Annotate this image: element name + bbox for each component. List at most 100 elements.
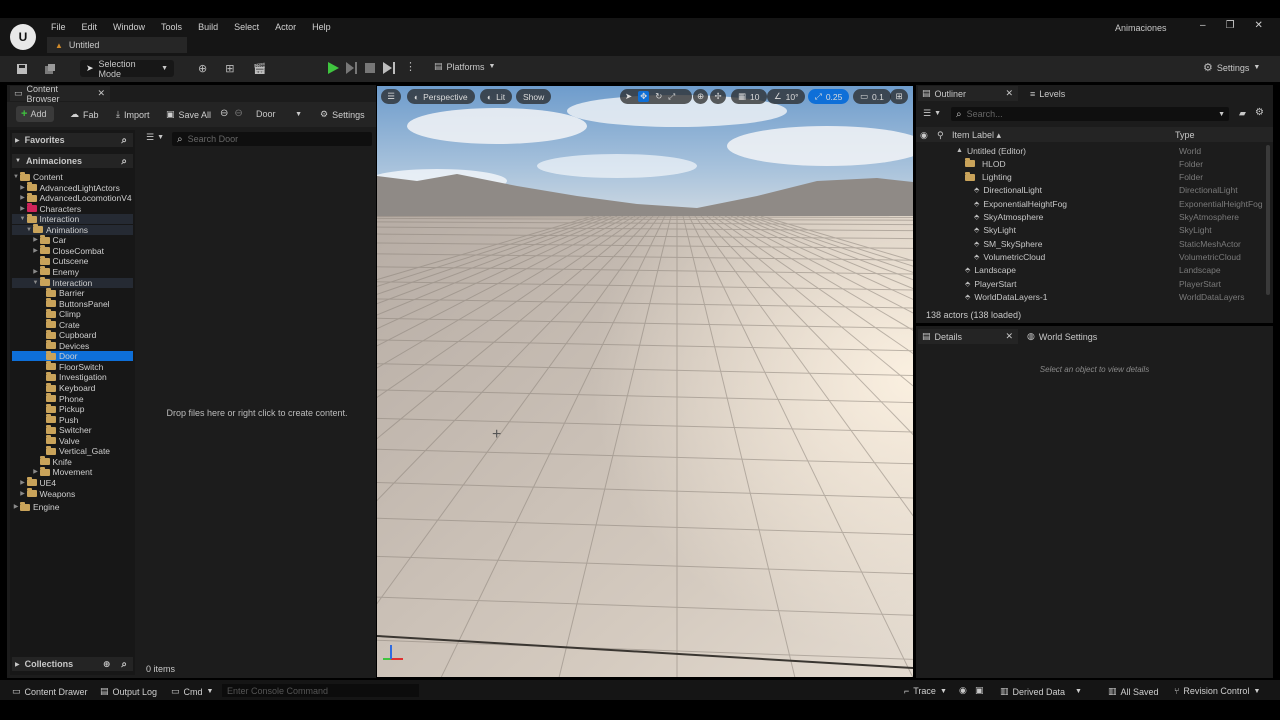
- folder-tree-item[interactable]: Pickup: [12, 403, 133, 414]
- outliner-row[interactable]: ⬘ DirectionalLight DirectionalLight: [916, 184, 1266, 197]
- mode-dropdown[interactable]: ➤ Selection Mode ▼: [80, 59, 174, 79]
- chevron-right-icon[interactable]: ▶: [19, 193, 27, 203]
- path-dropdown[interactable]: Door ▼: [252, 106, 306, 122]
- folder-tree-item[interactable]: ▼ Interaction: [12, 213, 133, 225]
- folder-tree-item[interactable]: ▶ Movement: [12, 466, 133, 477]
- search-icon[interactable]: ⌕: [121, 156, 127, 167]
- folder-tree-item[interactable]: ButtonsPanel: [12, 298, 133, 309]
- folder-tree-item[interactable]: FloorSwitch: [12, 361, 133, 372]
- folder-tree-item[interactable]: ▶ Enemy: [12, 266, 133, 277]
- world-local-icon[interactable]: ⊕: [693, 89, 708, 104]
- folder-tree-item[interactable]: Investigation: [12, 371, 133, 382]
- levels-tab[interactable]: ≡ Levels: [1030, 86, 1065, 101]
- outliner-tab[interactable]: ▤ Outliner ✕: [918, 86, 1018, 101]
- gear-icon[interactable]: ⚙: [1255, 107, 1264, 118]
- surface-snap-icon[interactable]: ✢: [710, 89, 726, 104]
- add-collection-icon[interactable]: ⊕: [103, 659, 111, 670]
- browse-icon[interactable]: [43, 62, 57, 76]
- content-browser-tab[interactable]: ▭ Content Browser ✕: [10, 84, 110, 104]
- viewport-menu-button[interactable]: ☰: [381, 89, 401, 104]
- add-actor-icon[interactable]: ⊕: [198, 62, 207, 75]
- menu-file[interactable]: File: [51, 22, 66, 32]
- rotate-tool-icon[interactable]: ↻: [655, 91, 662, 102]
- folder-tree-item[interactable]: Keyboard: [12, 382, 133, 393]
- engine-folder[interactable]: ▶ Engine: [12, 501, 59, 512]
- menu-build[interactable]: Build: [198, 22, 218, 32]
- settings-button[interactable]: ⚙ Settings ▼: [1203, 61, 1260, 74]
- screenshot-icon[interactable]: ▣: [975, 685, 984, 696]
- pin-icon[interactable]: ⚲: [937, 130, 944, 141]
- add-folder-icon[interactable]: ▰: [1239, 108, 1246, 119]
- chevron-right-icon[interactable]: ▶: [19, 183, 27, 193]
- outliner-search-input[interactable]: ⌕ Search... ▼: [951, 107, 1229, 121]
- chevron-right-icon[interactable]: ▶: [19, 489, 27, 499]
- outliner-row[interactable]: ⬘ ExponentialHeightFog ExponentialHeightFo…: [916, 197, 1266, 210]
- chevron-right-icon[interactable]: ▶: [32, 246, 40, 256]
- fab-button[interactable]: ☁︎ Fab: [70, 109, 99, 120]
- visibility-icon[interactable]: ◉: [920, 130, 928, 141]
- chevron-right-icon[interactable]: ▶: [19, 478, 27, 488]
- folder-tree-item[interactable]: ▼ Interaction: [12, 277, 133, 288]
- folder-tree-item[interactable]: Door: [12, 350, 133, 362]
- collections-header[interactable]: ▶ Collections ⊕ ⌕: [12, 657, 133, 671]
- content-drawer-button[interactable]: ▭ Content Drawer: [12, 686, 88, 697]
- close-tab-icon[interactable]: ✕: [97, 88, 105, 99]
- import-button[interactable]: ⤓ Import: [116, 109, 150, 120]
- folder-tree-item[interactable]: ▶ Weapons: [12, 488, 133, 499]
- chevron-down-icon[interactable]: ▼: [19, 214, 27, 224]
- search-icon[interactable]: ⌕: [121, 659, 127, 670]
- grid-snap-button[interactable]: ▦ 10: [731, 89, 767, 104]
- menu-tools[interactable]: Tools: [161, 22, 182, 32]
- folder-tree-item[interactable]: Switcher: [12, 424, 133, 435]
- details-tab[interactable]: ▤ Details ✕: [918, 329, 1018, 344]
- chevron-down-icon[interactable]: ▼: [32, 278, 40, 288]
- close-tab-icon[interactable]: ✕: [1005, 88, 1013, 99]
- chevron-right-icon[interactable]: ▶: [32, 235, 40, 245]
- perspective-button[interactable]: ◐ Perspective: [407, 89, 475, 104]
- save-icon[interactable]: [15, 62, 29, 76]
- chevron-down-icon[interactable]: ▼: [12, 172, 20, 182]
- cinematics-icon[interactable]: 🎬︎: [252, 62, 266, 75]
- outliner-scrollbar[interactable]: [1266, 145, 1270, 295]
- camera-speed-button[interactable]: ▭ 0.1: [853, 89, 891, 104]
- maximize-icon[interactable]: ❐: [1226, 20, 1235, 31]
- folder-tree-item[interactable]: Vertical_Gate: [12, 445, 133, 456]
- blueprint-icon[interactable]: ⊞: [225, 62, 234, 75]
- world-settings-tab[interactable]: ◍ World Settings: [1027, 329, 1097, 344]
- outliner-row[interactable]: ⬘ Landscape Landscape: [916, 264, 1266, 277]
- save-all-button[interactable]: ▣ Save All: [166, 109, 211, 120]
- filter-button[interactable]: ☰ ▼: [146, 132, 164, 143]
- asset-search-input[interactable]: ⌕ Search Door: [172, 132, 372, 146]
- folder-tree-item[interactable]: ▶ AdvancedLightActors: [12, 182, 133, 193]
- folder-tree-item[interactable]: Barrier: [12, 287, 133, 298]
- menu-select[interactable]: Select: [234, 22, 259, 32]
- close-tab-icon[interactable]: ✕: [1005, 331, 1013, 342]
- folder-tree-item[interactable]: Climp: [12, 308, 133, 319]
- item-label-column[interactable]: Item Label ▴: [952, 130, 1001, 141]
- lit-button[interactable]: ◐ Lit: [480, 89, 513, 104]
- search-icon[interactable]: ⌕: [121, 135, 127, 146]
- outliner-filter-button[interactable]: ☰ ▼: [923, 108, 941, 119]
- cb-settings-button[interactable]: ⚙ Settings: [320, 109, 365, 120]
- menu-help[interactable]: Help: [312, 22, 331, 32]
- folder-tree-item[interactable]: Devices: [12, 340, 133, 351]
- more-options-icon[interactable]: ⋮: [405, 60, 416, 73]
- folder-tree-item[interactable]: ▶ CloseCombat: [12, 245, 133, 256]
- unreal-logo-icon[interactable]: U: [10, 24, 36, 50]
- show-button[interactable]: Show: [516, 89, 552, 104]
- record-icon[interactable]: ◉: [959, 685, 967, 696]
- type-column[interactable]: Type: [1175, 130, 1195, 140]
- cmd-button[interactable]: ▭ Cmd ▼: [171, 686, 213, 697]
- back-icon[interactable]: ⊖: [220, 108, 228, 119]
- menu-edit[interactable]: Edit: [82, 22, 98, 32]
- outliner-row[interactable]: ⬘ PlayerStart PlayerStart: [916, 277, 1266, 290]
- level-viewport[interactable]: +: [377, 86, 913, 677]
- folder-tree-item[interactable]: Cutscene: [12, 255, 133, 266]
- folder-tree-item[interactable]: ▶ Car: [12, 234, 133, 245]
- select-tool-icon[interactable]: ➤: [625, 91, 632, 102]
- project-header[interactable]: ▼ Animaciones ⌕: [12, 154, 133, 168]
- scale-snap-button[interactable]: ⤢ 0.25: [808, 89, 850, 104]
- close-window-icon[interactable]: ✕: [1255, 20, 1263, 31]
- folder-tree-item[interactable]: Crate: [12, 319, 133, 330]
- folder-tree-item[interactable]: Phone: [12, 393, 133, 404]
